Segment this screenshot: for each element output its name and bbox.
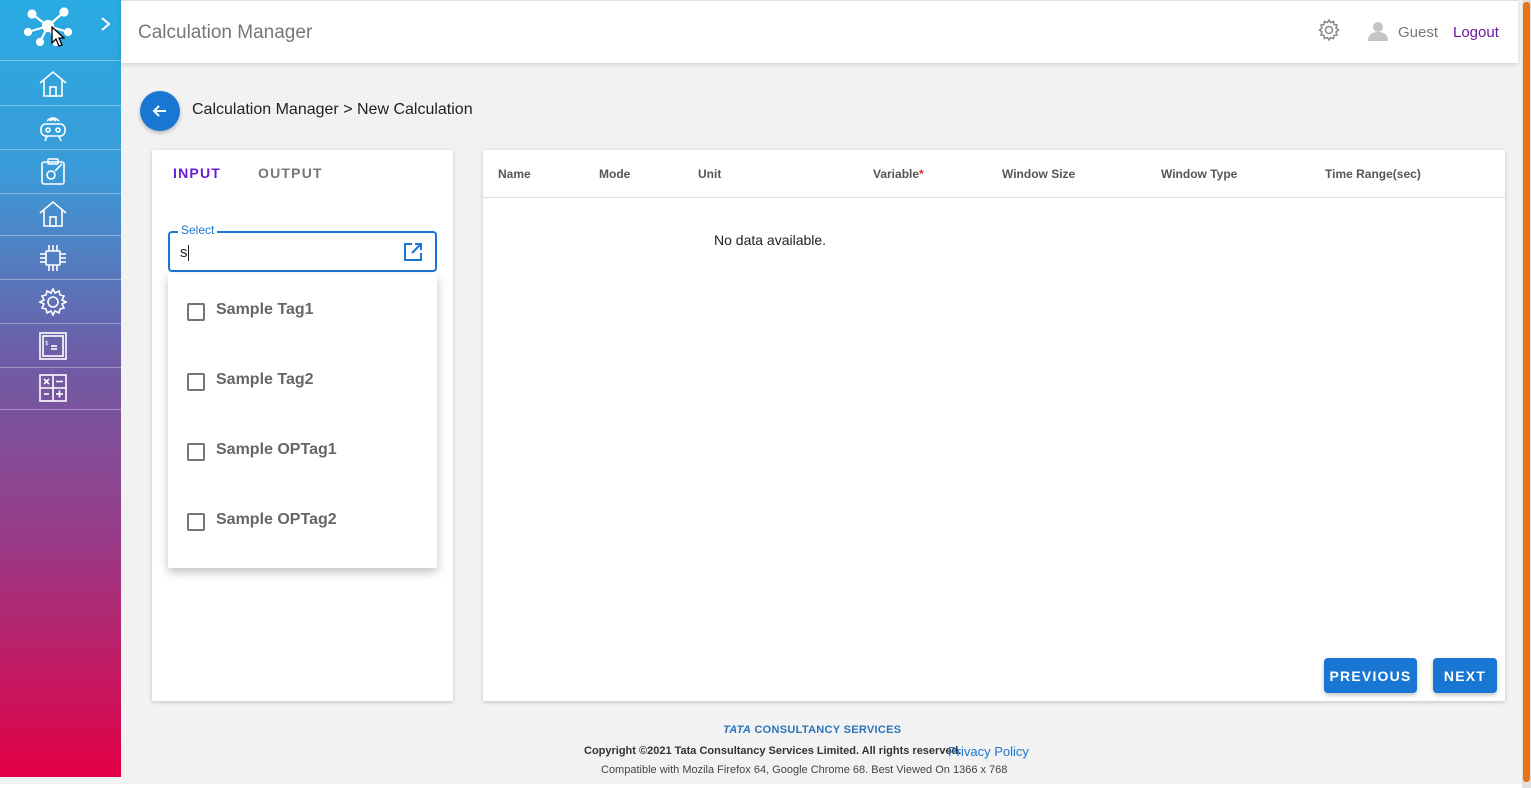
tag-select-field[interactable]: Select: [168, 223, 437, 272]
calculation-table-panel: Name Mode Unit Variable* Window Size Win…: [483, 150, 1505, 701]
next-button[interactable]: NEXT: [1433, 658, 1497, 693]
sidebar: $: [0, 0, 121, 777]
dropdown-option[interactable]: Sample OPTag2: [168, 501, 437, 545]
gear-wrench-icon: [38, 287, 68, 317]
tab-input[interactable]: INPUT: [173, 165, 221, 181]
option-checkbox[interactable]: [187, 303, 205, 321]
dropdown-option[interactable]: Sample Tag1: [168, 291, 437, 335]
option-label: Sample Tag1: [216, 301, 314, 318]
terminal-icon: $: [39, 332, 67, 360]
breadcrumb: Calculation Manager > New Calculation: [192, 101, 473, 118]
chip-icon: [40, 245, 66, 271]
dropdown-option[interactable]: Sample OPTag1: [168, 431, 437, 475]
brand-consultancy: CONSULTANCY SERVICES: [754, 724, 902, 736]
column-header-window-size[interactable]: Window Size: [1002, 167, 1075, 181]
sidebar-header: [0, 0, 121, 61]
column-header-unit[interactable]: Unit: [698, 167, 721, 181]
option-label: Sample OPTag1: [216, 441, 337, 458]
arrow-left-icon: [152, 105, 166, 117]
sidebar-item-configuration[interactable]: [0, 150, 121, 194]
sidebar-item-home[interactable]: [0, 62, 121, 106]
column-header-variable-label: Variable: [873, 167, 920, 181]
column-header-mode[interactable]: Mode: [599, 167, 630, 181]
calculator-icon: [39, 374, 67, 402]
sidebar-item-robot[interactable]: [0, 106, 121, 150]
open-in-new-icon[interactable]: [402, 241, 424, 263]
option-checkbox[interactable]: [187, 373, 205, 391]
text-caret: [188, 245, 189, 261]
select-label: Select: [178, 223, 218, 237]
chevron-right-icon[interactable]: [98, 14, 114, 34]
scrollbar-thumb[interactable]: [1523, 2, 1530, 782]
brand-tata: TATA: [723, 724, 752, 736]
page-scrollbar[interactable]: [1522, 0, 1531, 788]
empty-state-text: No data available.: [714, 232, 827, 248]
option-label: Sample Tag2: [216, 371, 314, 388]
sidebar-item-terminal[interactable]: $: [0, 324, 121, 368]
privacy-policy-link[interactable]: Privacy Policy: [948, 744, 1029, 759]
top-bar: Calculation Manager Guest Logout: [121, 0, 1518, 63]
edit-settings-icon: [41, 158, 65, 185]
option-checkbox[interactable]: [187, 443, 205, 461]
column-header-variable[interactable]: Variable*: [873, 167, 924, 181]
previous-button[interactable]: PREVIOUS: [1324, 658, 1417, 693]
back-button[interactable]: [140, 91, 180, 131]
tag-dropdown: Sample Tag1 Sample Tag2 Sample OPTag1 Sa…: [168, 274, 437, 568]
copyright-text: Copyright ©2021 Tata Consultancy Service…: [584, 745, 962, 757]
column-header-name[interactable]: Name: [498, 167, 531, 181]
mouse-cursor-icon: [51, 26, 65, 47]
dropdown-option[interactable]: Sample Tag2: [168, 361, 437, 405]
user-icon: [1368, 22, 1388, 41]
table-header-divider: [483, 197, 1505, 198]
column-header-window-type[interactable]: Window Type: [1161, 167, 1237, 181]
home-icon: [39, 70, 67, 97]
sidebar-item-settings[interactable]: [0, 280, 121, 324]
user-name: Guest: [1398, 24, 1439, 41]
tcs-brand-logo: TATA CONSULTANCY SERVICES: [723, 724, 901, 736]
logout-link[interactable]: Logout: [1453, 24, 1499, 41]
bottom-strip: [0, 784, 1522, 788]
robot-icon: [40, 117, 66, 142]
option-label: Sample OPTag2: [216, 511, 337, 528]
home-icon: [39, 200, 67, 227]
sidebar-item-chip[interactable]: [0, 236, 121, 280]
tag-search-input[interactable]: [180, 242, 390, 262]
gear-icon[interactable]: [1317, 18, 1341, 42]
option-checkbox[interactable]: [187, 513, 205, 531]
tab-output[interactable]: OUTPUT: [258, 165, 323, 181]
column-header-time-range[interactable]: Time Range(sec): [1325, 167, 1421, 181]
svg-text:$: $: [45, 340, 49, 347]
compatibility-text: Compatible with Mozila Firefox 64, Googl…: [601, 764, 1008, 776]
app-title: Calculation Manager: [138, 22, 313, 43]
required-marker: *: [919, 167, 924, 181]
sidebar-item-home-2[interactable]: [0, 192, 121, 236]
sidebar-item-calculation[interactable]: [0, 366, 121, 410]
